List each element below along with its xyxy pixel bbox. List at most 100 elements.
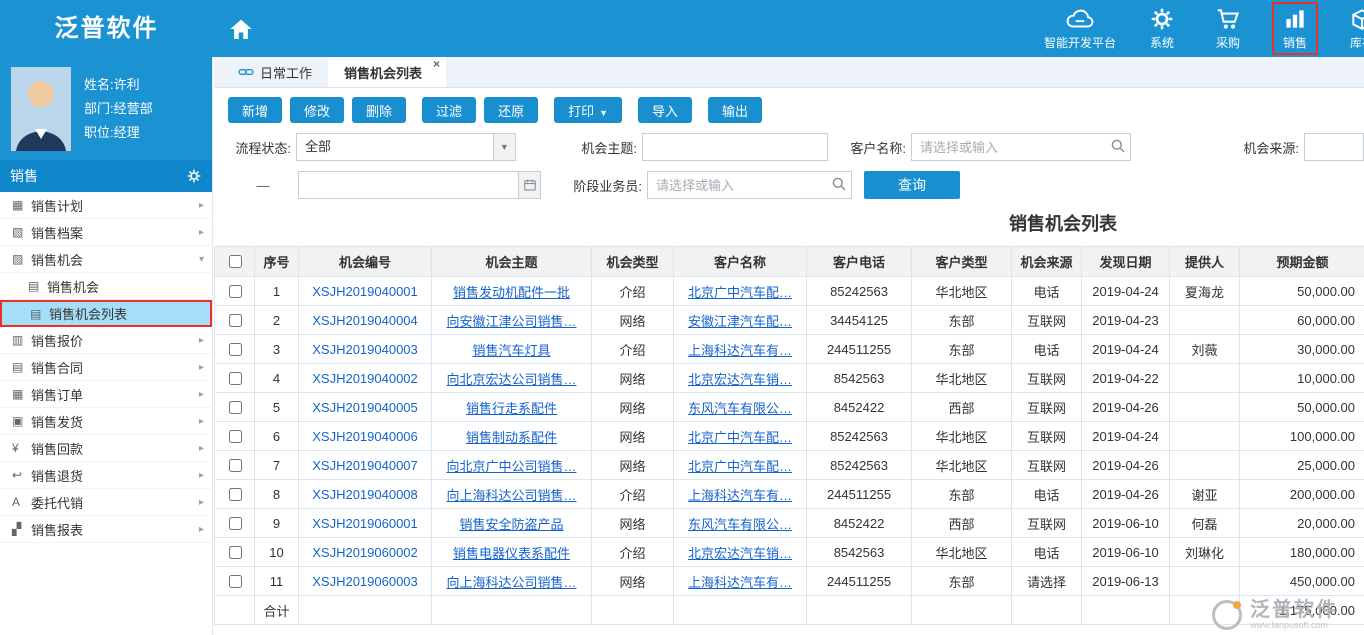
search-icon[interactable] xyxy=(1110,138,1126,154)
sidebar-item-sales-opportunity-list[interactable]: ▤ 销售机会列表 xyxy=(0,300,212,327)
nav-item-inventory[interactable]: 库存 xyxy=(1340,2,1364,55)
customer-name-link[interactable]: 上海科达汽车有… xyxy=(688,575,792,590)
edit-button[interactable]: 修改 xyxy=(290,97,344,123)
tab-daily-work[interactable]: 日常工作 xyxy=(222,57,328,87)
opportunity-code-link[interactable]: XSJH2019060003 xyxy=(312,574,418,589)
select-all-checkbox[interactable] xyxy=(229,255,242,268)
customer-name-link[interactable]: 上海科达汽车有… xyxy=(688,488,792,503)
customer-name-link[interactable]: 北京宏达汽车销… xyxy=(688,372,792,387)
print-button[interactable]: 打印▼ xyxy=(554,97,622,123)
customer-name-link[interactable]: 北京广中汽车配… xyxy=(688,459,792,474)
search-icon[interactable] xyxy=(831,176,847,192)
total-amount: 1,175,000.00 xyxy=(1240,596,1364,625)
sidebar-item-sales-return[interactable]: ↩ 销售退货 ▸ xyxy=(0,462,212,489)
delete-button[interactable]: 删除 xyxy=(352,97,406,123)
nav-item-dev-platform[interactable]: 智能开发平台 xyxy=(1042,2,1118,55)
source-input[interactable] xyxy=(1304,133,1364,161)
nav-item-system[interactable]: 系统 xyxy=(1140,2,1184,55)
opportunity-source-cell: 电话 xyxy=(1012,480,1082,509)
opportunity-code-link[interactable]: XSJH2019040008 xyxy=(312,487,418,502)
row-checkbox[interactable] xyxy=(229,285,242,298)
sidebar-item-consignment[interactable]: A 委托代销 ▸ xyxy=(0,489,212,516)
nav-item-purchase[interactable]: 采购 xyxy=(1206,2,1250,55)
sidebar-item-sales-opportunity-entry[interactable]: ▤ 销售机会 xyxy=(0,273,212,300)
customer-name-link[interactable]: 安徽江津汽车配… xyxy=(688,314,792,329)
sidebar-item-label: 销售合同 xyxy=(31,358,199,377)
opportunity-subject-link[interactable]: 销售汽车灯具 xyxy=(472,343,550,358)
opportunity-subject-link[interactable]: 向北京广中公司销售… xyxy=(446,459,576,474)
found-date-cell: 2019-06-10 xyxy=(1082,509,1170,538)
calendar-icon[interactable] xyxy=(518,172,540,198)
sidebar-section-title: 销售 xyxy=(10,166,38,186)
opportunity-code-link[interactable]: XSJH2019040003 xyxy=(312,342,418,357)
sidebar-item-sales-quote[interactable]: ▥ 销售报价 ▸ xyxy=(0,327,212,354)
restore-button[interactable]: 还原 xyxy=(484,97,538,123)
sidebar-item-sales-opportunity[interactable]: ▨ 销售机会 ▾ xyxy=(0,246,212,273)
chevron-right-icon: ▸ xyxy=(199,497,204,508)
row-checkbox[interactable] xyxy=(229,488,242,501)
customer-phone-cell: 8542563 xyxy=(807,538,912,567)
row-checkbox[interactable] xyxy=(229,343,242,356)
row-checkbox[interactable] xyxy=(229,401,242,414)
stage-salesman-input[interactable] xyxy=(647,171,852,199)
filter-button[interactable]: 过滤 xyxy=(422,97,476,123)
sidebar-item-sales-archive[interactable]: ▧ 销售档案 ▸ xyxy=(0,219,212,246)
nav-item-sales[interactable]: 销售 xyxy=(1272,2,1318,55)
row-checkbox[interactable] xyxy=(229,575,242,588)
home-icon[interactable] xyxy=(226,14,256,44)
expected-amount-cell: 450,000.00 xyxy=(1240,567,1364,596)
customer-name-link[interactable]: 东风汽车有限公… xyxy=(688,401,792,416)
row-checkbox[interactable] xyxy=(229,430,242,443)
sidebar-item-sales-contract[interactable]: ▤ 销售合同 ▸ xyxy=(0,354,212,381)
opportunity-code-link[interactable]: XSJH2019060002 xyxy=(312,545,418,560)
opportunity-subject-link[interactable]: 销售安全防盗产品 xyxy=(459,517,563,532)
gear-icon[interactable] xyxy=(186,168,202,184)
row-checkbox[interactable] xyxy=(229,372,242,385)
close-icon[interactable]: × xyxy=(433,58,440,70)
opportunity-subject-link[interactable]: 向安徽江津公司销售… xyxy=(446,314,576,329)
customer-name-link[interactable]: 北京广中汽车配… xyxy=(688,430,792,445)
sidebar-item-sales-shipping[interactable]: ▣ 销售发货 ▸ xyxy=(0,408,212,435)
customer-type-cell: 华北地区 xyxy=(912,277,1012,306)
customer-phone-cell: 244511255 xyxy=(807,335,912,364)
opportunity-subject-link[interactable]: 向北京宏达公司销售… xyxy=(446,372,576,387)
opportunity-subject-link[interactable]: 向上海科达公司销售… xyxy=(446,488,576,503)
opportunity-subject-link[interactable]: 向上海科达公司销售… xyxy=(446,575,576,590)
opportunity-subject-link[interactable]: 销售发动机配件一批 xyxy=(453,285,570,300)
sidebar-item-sales-plan[interactable]: ▦ 销售计划 ▸ xyxy=(0,192,212,219)
opportunity-subject-link[interactable]: 销售行走系配件 xyxy=(466,401,557,416)
customer-name-link[interactable]: 北京广中汽车配… xyxy=(688,285,792,300)
process-status-select[interactable]: 全部 ▼ xyxy=(296,133,516,161)
query-button[interactable]: 查询 xyxy=(864,171,960,199)
opportunity-subject-link[interactable]: 销售电器仪表系配件 xyxy=(453,546,570,561)
row-checkbox[interactable] xyxy=(229,546,242,559)
row-checkbox[interactable] xyxy=(229,459,242,472)
opportunity-code-link[interactable]: XSJH2019040005 xyxy=(312,400,418,415)
opportunity-code-link[interactable]: XSJH2019040001 xyxy=(312,284,418,299)
customer-name-link[interactable]: 北京宏达汽车销… xyxy=(688,546,792,561)
customer-name-link[interactable]: 东风汽车有限公… xyxy=(688,517,792,532)
opportunity-code-link[interactable]: XSJH2019060001 xyxy=(312,516,418,531)
expected-amount-cell: 25,000.00 xyxy=(1240,451,1364,480)
import-button[interactable]: 导入 xyxy=(638,97,692,123)
customer-name-input[interactable] xyxy=(911,133,1131,161)
sidebar-item-sales-order[interactable]: ▦ 销售订单 ▸ xyxy=(0,381,212,408)
customer-type-cell: 东部 xyxy=(912,567,1012,596)
opportunity-code-link[interactable]: XSJH2019040004 xyxy=(312,313,418,328)
opportunity-code-link[interactable]: XSJH2019040007 xyxy=(312,458,418,473)
contract-icon: ▤ xyxy=(12,360,31,374)
sidebar-item-sales-report[interactable]: ▞ 销售报表 ▸ xyxy=(0,516,212,543)
row-checkbox[interactable] xyxy=(229,517,242,530)
export-button[interactable]: 输出 xyxy=(708,97,762,123)
opportunity-code-link[interactable]: XSJH2019040006 xyxy=(312,429,418,444)
opportunity-type-cell: 网络 xyxy=(592,306,674,335)
date-input[interactable] xyxy=(298,171,541,199)
opportunity-subject-link[interactable]: 销售制动系配件 xyxy=(466,430,557,445)
add-button[interactable]: 新增 xyxy=(228,97,282,123)
tab-sales-opportunity-list[interactable]: 销售机会列表 × xyxy=(328,57,446,87)
row-checkbox[interactable] xyxy=(229,314,242,327)
opportunity-code-link[interactable]: XSJH2019040002 xyxy=(312,371,418,386)
sidebar-item-sales-payment[interactable]: ¥ 销售回款 ▸ xyxy=(0,435,212,462)
customer-name-link[interactable]: 上海科达汽车有… xyxy=(688,343,792,358)
subject-input[interactable] xyxy=(642,133,828,161)
